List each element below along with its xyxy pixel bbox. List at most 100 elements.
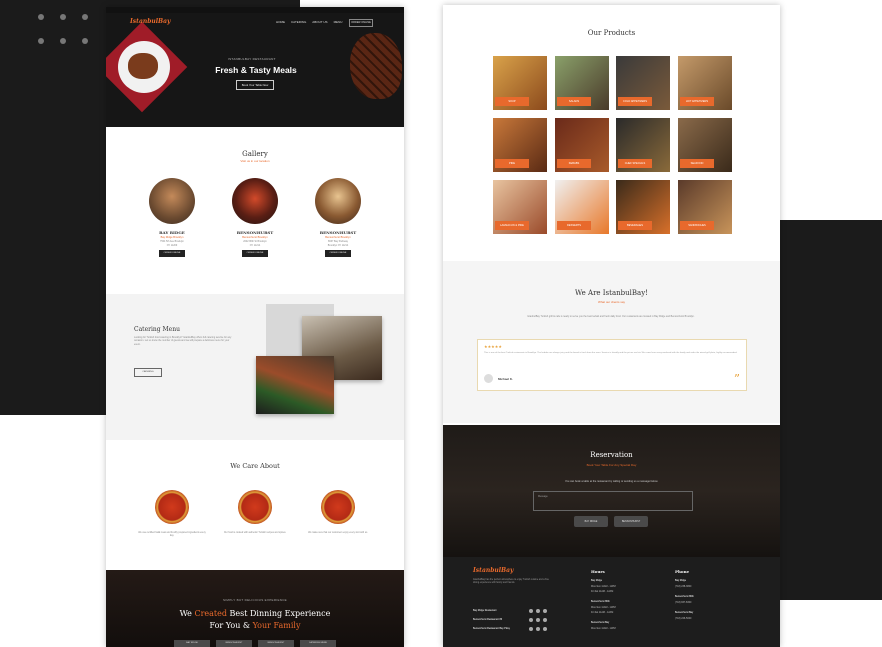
banner-button-1[interactable]: BAY RIDGE [174,640,210,647]
order-button[interactable]: ORDER ONLINE [242,250,268,257]
location-name: BENSONHURST [236,230,274,235]
location-card-bensonhurst-2: BENSONHURST Bensonhurst Brooklyn 8667 Ba… [308,178,368,257]
phone-number[interactable]: (718) 238-3800 [675,585,691,588]
whatsapp-bensonhurst-button[interactable]: BENSONHURST [614,516,648,527]
location-address: 8667 Bay Parkway [328,240,348,243]
instagram-icon[interactable] [536,609,540,613]
product-card[interactable]: HOT APPETIZERS [678,56,732,110]
nav-links: HOME CATERING ABOUT US MENU [276,20,342,24]
location-sub: Bay Ridge Brooklyn [160,236,184,239]
location-name: BAY RIDGE [159,230,185,235]
about-section: We Are IstanbulBay! What our clients say… [443,261,780,423]
location-sub: Bensonhurst Brooklyn [325,236,351,239]
product-card[interactable]: LAHMACUN & PIDE [493,180,547,234]
product-label: PIDE [495,159,529,168]
avatar [484,374,493,383]
location-name: BENSONHURST [319,230,357,235]
care-text-3: We make sure that our customers enjoy ev… [308,532,368,534]
product-card[interactable]: SALADS [555,56,609,110]
phone-number[interactable]: (718) 837-8300 [675,601,691,604]
reservation-message-field[interactable]: Message [533,491,693,511]
location-city: Brooklyn NY 11214 [327,244,349,247]
about-subtitle: What our clients say [597,300,625,304]
experience-banner: SIMPLY BUT DELICIOUS EXPERIENCE We Creat… [106,570,404,647]
banner-button-4[interactable]: CATERING MENU [300,640,336,647]
instagram-icon[interactable] [536,627,540,631]
hours-location: Bay Ridge [591,579,603,582]
site-logo[interactable]: IstanbulBay [130,18,171,25]
footer-location: Bay Ridge Restaurant [473,609,497,612]
location-city: NY 11214 [249,244,261,247]
facebook-icon[interactable] [529,627,533,631]
order-button[interactable]: ORDER ONLINE [159,250,185,257]
nav-link-home[interactable]: HOME [276,20,285,24]
footer-text: IstanbulBay has the perfect atmosphere t… [473,579,549,585]
phone-title: Phone [675,569,690,574]
instagram-icon[interactable] [536,618,540,622]
catering-section: Catering Menu Looking for Turkish food c… [106,294,404,440]
footer-location: Bensonhurst Restaurant 86 [473,618,503,621]
product-label: BEVERAGES [618,221,652,230]
product-label: SANDWICHES [680,221,714,230]
product-card[interactable]: KEBABS [555,118,609,172]
twitter-icon[interactable] [543,618,547,622]
product-card[interactable]: DESSERTS [555,180,609,234]
hours-location: Bensonhurst 86th [591,600,610,603]
location-card-bensonhurst: BENSONHURST Bensonhurst Brooklyn 2002 86… [225,178,285,257]
order-button[interactable]: ORDER ONLINE [325,250,351,257]
whatsapp-bay-ridge-button[interactable]: BAY RIDGE [574,516,608,527]
product-card[interactable]: SANDWICHES [678,180,732,234]
products-title: Our Products [587,29,636,37]
reservation-title: Reservation [590,451,633,459]
website-page-left: IstanbulBay HOME CATERING ABOUT US MENU … [106,7,404,647]
location-photo [149,178,195,224]
book-table-button[interactable]: Book Your Table Now [236,80,274,90]
review-card: ★★★★★ This is one of the best Turkish re… [477,339,747,391]
catering-button[interactable]: CATERING [134,368,162,377]
banner-title: We Created Best Dinning Experience For Y… [179,609,331,630]
hours-line: Mon-Sun 11AM - 11PM [591,606,616,609]
twitter-icon[interactable] [543,609,547,613]
banner-button-3[interactable]: BENSONHURST [258,640,294,647]
banner-eyebrow: SIMPLY BUT DELICIOUS EXPERIENCE [223,598,287,602]
product-card[interactable]: CHEF SPECIALS [616,118,670,172]
order-online-button[interactable]: ORDER ONLINE [349,19,373,27]
steak-grill-marks [350,33,402,99]
location-photo [315,178,361,224]
hours-line: Fri-Sat 11AM - 12AM [591,611,614,614]
care-title: We Care About [230,462,280,470]
hours-line: Mon-Sun 11AM - 11PM [591,585,616,588]
product-label: SEAFOOD [680,159,714,168]
nav-link-menu[interactable]: MENU [334,20,343,24]
footer-logo[interactable]: IstanbulBay [473,567,514,574]
location-sub: Bensonhurst Brooklyn [242,236,268,239]
hours-location: Bensonhurst Bay [591,621,610,624]
nav-link-about[interactable]: ABOUT US [312,20,327,24]
product-card[interactable]: COLD APPETIZERS [616,56,670,110]
catering-text: Looking for Turkish food catering in Bro… [134,336,232,346]
product-card[interactable]: PIDE [493,118,547,172]
product-label: KEBABS [557,159,591,168]
review-text: This is one of the best Turkish restaura… [484,352,738,354]
catering-title: Catering Menu [134,326,180,333]
footer-location: Bensonhurst Restaurant Bay Pkwy [473,627,510,630]
product-card[interactable]: SEAFOOD [678,118,732,172]
banner-button-2[interactable]: BENSONHURST [216,640,252,647]
facebook-icon[interactable] [529,618,533,622]
service-badge-icon [321,490,355,524]
location-address: 2002 86th St Brooklyn [243,240,267,243]
hours-line: Mon-Sun 11AM - 11PM [591,627,616,630]
phone-number[interactable]: (718) 226-5000 [675,617,691,620]
facebook-icon[interactable] [529,609,533,613]
product-card[interactable]: BEVERAGES [616,180,670,234]
hours-title: Hours [591,569,605,574]
hero-eyebrow: ISTANBULBAY RESTAURANT [228,57,276,61]
halal-badge-icon [155,490,189,524]
location-photo [232,178,278,224]
decorative-dots [38,14,98,54]
nav-link-catering[interactable]: CATERING [291,20,306,24]
product-card[interactable]: SOUP [493,56,547,110]
quote-icon: ” [733,372,740,386]
twitter-icon[interactable] [543,627,547,631]
gallery-title: Gallery [242,150,268,158]
